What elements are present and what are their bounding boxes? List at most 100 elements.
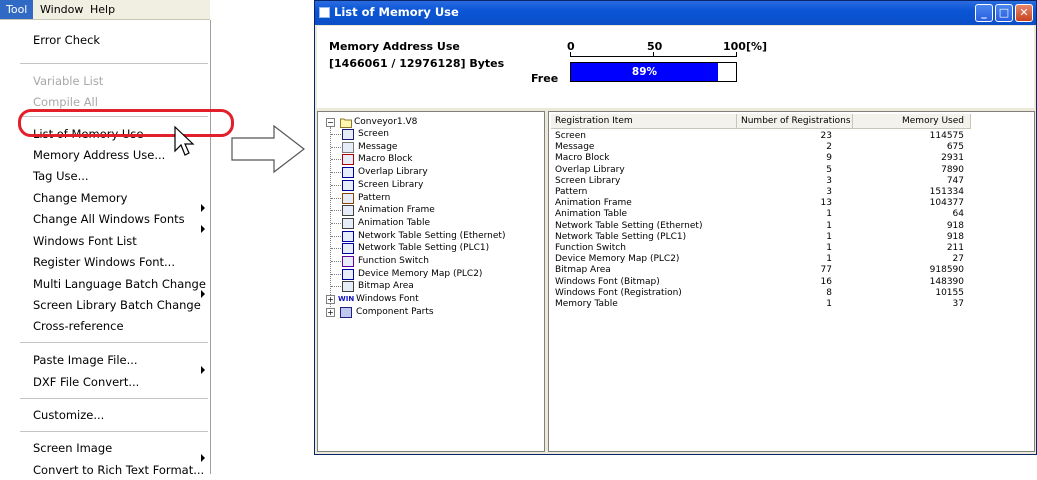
folder-icon — [340, 118, 352, 128]
table-cell-memory: 104377 — [929, 198, 964, 209]
tool-dropdown-menu: Error Check Variable List Compile All Li… — [0, 20, 211, 477]
table-cell-count: 1 — [826, 231, 832, 242]
menu-item-memory-address-use[interactable]: Memory Address Use... — [33, 145, 165, 165]
table-cell-item: Network Table Setting (PLC1) — [555, 231, 687, 242]
tree-item[interactable]: Network Table Setting (PLC1) — [358, 242, 489, 255]
tree-item[interactable]: Network Table Setting (Ethernet) — [358, 230, 505, 243]
tree-guide — [331, 172, 341, 174]
table-cell-item: Function Switch — [555, 243, 626, 253]
table-cell-count: 16 — [820, 276, 832, 287]
column-header-registration-item[interactable]: Registration Item — [551, 114, 737, 129]
expand-toggle-icon[interactable]: + — [326, 307, 335, 317]
table-cell-memory: 7890 — [941, 164, 964, 175]
menu-help[interactable]: Help — [84, 0, 121, 19]
tree-guide — [331, 261, 341, 262]
table-cell-count: 3 — [826, 175, 832, 186]
table-cell-item: Animation Table — [555, 209, 628, 220]
table-cell-item: Windows Font (Registration) — [555, 287, 682, 298]
bitmap-area-icon — [342, 281, 354, 293]
window-app-icon — [319, 7, 330, 18]
animation-frame-icon — [342, 205, 354, 217]
table-cell-memory: 37 — [952, 299, 964, 309]
table-cell-count: 13 — [820, 198, 832, 209]
menu-item-multi-language-batch-change[interactable]: Multi Language Batch Change — [33, 274, 206, 294]
tree-guide — [331, 235, 341, 237]
tree-guide — [331, 197, 341, 199]
close-button[interactable]: ✕ — [1015, 4, 1033, 22]
free-memory-bar: 89% — [570, 62, 737, 82]
menu-item-windows-font-list[interactable]: Windows Font List — [33, 231, 137, 251]
menu-item-screen-image[interactable]: Screen Image — [33, 438, 112, 458]
windows-font-icon: WIN — [338, 295, 355, 304]
tree-item[interactable]: Bitmap Area — [358, 280, 414, 293]
tree-item[interactable]: Macro Block — [358, 153, 412, 166]
menu-item-register-windows-font[interactable]: Register Windows Font... — [33, 252, 175, 272]
table-cell-memory: 747 — [946, 175, 964, 186]
menu-item-variable-list: Variable List — [33, 74, 104, 88]
table-cell-item: Bitmap Area — [555, 265, 611, 276]
right-arrow-icon — [231, 124, 305, 174]
scale-tick — [736, 52, 737, 57]
component-parts-icon — [340, 306, 352, 318]
table-cell-item: Message — [555, 142, 595, 153]
table-cell-memory: 151334 — [929, 187, 964, 197]
table-cell-item: Windows Font (Bitmap) — [555, 276, 660, 287]
memory-summary-panel: Memory Address Use [1466061 / 12976128] … — [317, 26, 1034, 108]
menu-item-tag-use[interactable]: Tag Use... — [33, 166, 89, 186]
minimize-button[interactable]: _ — [975, 4, 993, 22]
tree-item[interactable]: Message — [358, 141, 397, 154]
tree-guide — [331, 273, 341, 275]
pattern-icon — [342, 192, 354, 204]
screen-icon — [342, 129, 354, 140]
network-table-icon — [342, 243, 354, 255]
tree-item[interactable]: Device Memory Map (PLC2) — [358, 268, 482, 281]
table-cell-count: 5 — [826, 164, 832, 175]
table-cell-memory: 2931 — [941, 153, 964, 164]
table-cell-count: 77 — [820, 265, 832, 276]
maximize-button[interactable]: □ — [995, 4, 1013, 22]
memory-bytes: [1466061 / 12976128] Bytes — [329, 57, 505, 70]
tree-guide — [331, 210, 341, 212]
message-icon — [342, 141, 354, 153]
menu-item-screen-library-batch-change[interactable]: Screen Library Batch Change — [33, 295, 201, 315]
menu-item-customize[interactable]: Customize... — [33, 405, 104, 425]
table-cell-memory: 918 — [946, 220, 964, 231]
tree-item[interactable]: Animation Table — [358, 217, 430, 230]
tree-item[interactable]: Screen Library — [358, 179, 423, 192]
tree-item[interactable]: Screen — [358, 128, 389, 141]
table-cell-item: Overlap Library — [555, 164, 625, 175]
menu-item-convert-to-rich-text[interactable]: Convert to Rich Text Format... — [33, 460, 204, 480]
table-cell-item: Device Memory Map (PLC2) — [555, 254, 680, 265]
tree-item[interactable]: Component Parts — [356, 306, 434, 319]
table-cell-count: 3 — [826, 187, 832, 197]
menu-item-dxf-file-convert[interactable]: DXF File Convert... — [33, 372, 139, 392]
menu-item-error-check[interactable]: Error Check — [33, 30, 100, 50]
menu-item-change-memory[interactable]: Change Memory — [33, 188, 127, 208]
menu-item-cross-reference[interactable]: Cross-reference — [33, 316, 124, 336]
device-memory-icon — [342, 268, 354, 280]
title-bar[interactable]: List of Memory Use _ □ ✕ — [315, 1, 1036, 25]
menu-tool[interactable]: Tool — [0, 0, 34, 19]
registration-table[interactable]: Registration Item Number of Registration… — [548, 111, 1035, 452]
animation-table-icon — [342, 217, 354, 229]
maximize-icon: □ — [998, 6, 1010, 19]
tree-item[interactable]: Function Switch — [358, 255, 429, 268]
window-title: List of Memory Use — [334, 5, 459, 19]
menu-item-change-all-windows-fonts[interactable]: Change All Windows Fonts — [33, 209, 185, 229]
table-cell-item: Pattern — [555, 187, 588, 197]
tree-item[interactable]: Windows Font — [356, 293, 419, 306]
tree-item[interactable]: Animation Frame — [358, 204, 435, 217]
collapse-toggle-icon[interactable]: − — [326, 118, 335, 127]
column-header-number-of-registrations[interactable]: Number of Registrations — [737, 114, 853, 129]
column-header-memory-used[interactable]: Memory Used — [853, 114, 971, 129]
scale-label-100: 100[%] — [723, 40, 768, 53]
tree-item[interactable]: Pattern — [358, 192, 390, 205]
menu-window[interactable]: Window — [34, 0, 89, 19]
submenu-arrow-icon — [201, 290, 205, 298]
registration-tree[interactable]: − Conveyor1.V8 Screen Message Macro Block O… — [317, 111, 545, 452]
macro-icon — [342, 154, 354, 166]
tree-item[interactable]: Overlap Library — [358, 166, 428, 179]
menu-bar: Tool Window Help — [0, 0, 210, 20]
menu-item-paste-image-file[interactable]: Paste Image File... — [33, 350, 138, 370]
expand-toggle-icon[interactable]: + — [326, 295, 335, 305]
